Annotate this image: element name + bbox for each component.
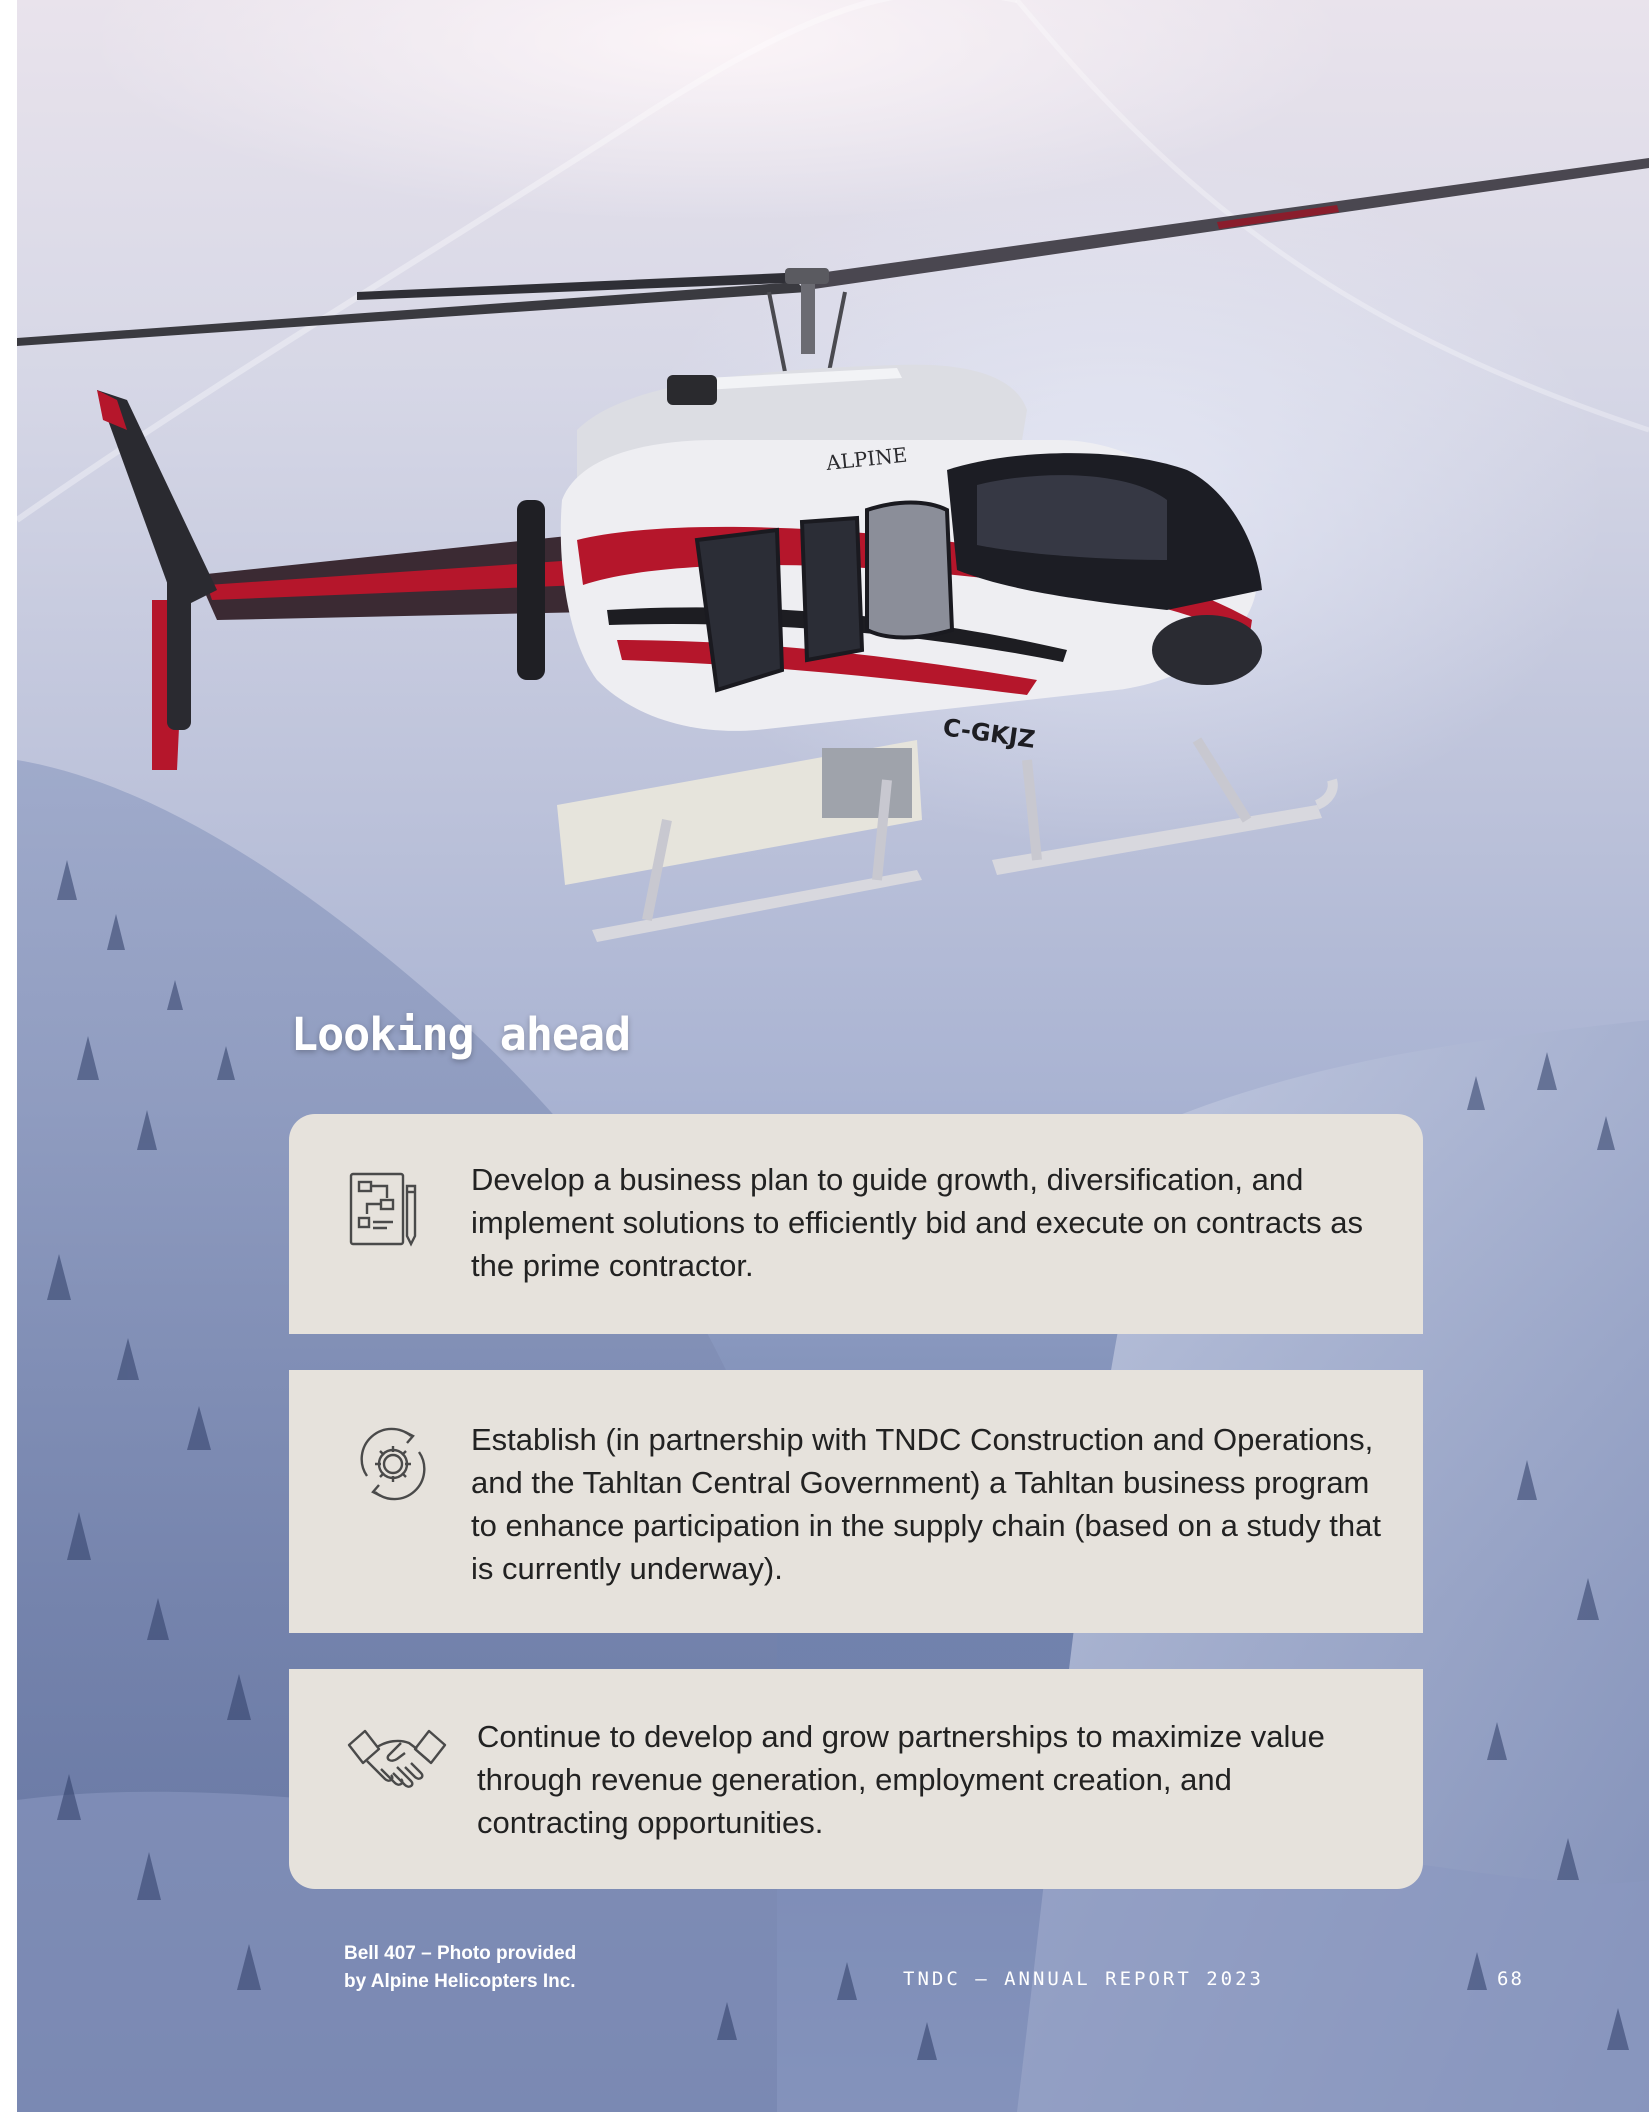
photo-caption-line-1: Bell 407 – Photo provided bbox=[344, 1943, 577, 1964]
priority-card-business-program: Establish (in partnership with TNDC Cons… bbox=[289, 1370, 1423, 1633]
priority-card-business-plan: Develop a business plan to guide growth,… bbox=[289, 1114, 1423, 1334]
handshake-icon bbox=[347, 1729, 447, 1788]
priority-text: Continue to develop and grow partnership… bbox=[477, 1719, 1325, 1840]
helicopter-registration: C-GKJZ bbox=[941, 713, 1037, 754]
helicopter-image: ALPINE C-GKJZ bbox=[17, 158, 1649, 942]
priority-text: Develop a business plan to guide growth,… bbox=[471, 1162, 1364, 1283]
page-title: Looking ahead bbox=[291, 1008, 631, 1061]
footer-report-title: TNDC – ANNUAL REPORT 2023 bbox=[903, 1968, 1264, 1990]
photo-caption-line-2: by Alpine Helicopters Inc. bbox=[344, 1971, 576, 1992]
photo-caption: Bell 407 – Photo provided by Alpine Heli… bbox=[344, 1940, 576, 1996]
gear-cycle-icon bbox=[360, 1427, 426, 1501]
priority-card-partnerships: Continue to develop and grow partnership… bbox=[289, 1669, 1423, 1889]
priority-text: Establish (in partnership with TNDC Cons… bbox=[471, 1422, 1381, 1586]
page-number: 68 bbox=[1497, 1968, 1524, 1990]
business-plan-icon bbox=[349, 1172, 417, 1247]
report-page: ALPINE C-GKJZ Looking ahead Develop a bu… bbox=[17, 0, 1649, 2112]
